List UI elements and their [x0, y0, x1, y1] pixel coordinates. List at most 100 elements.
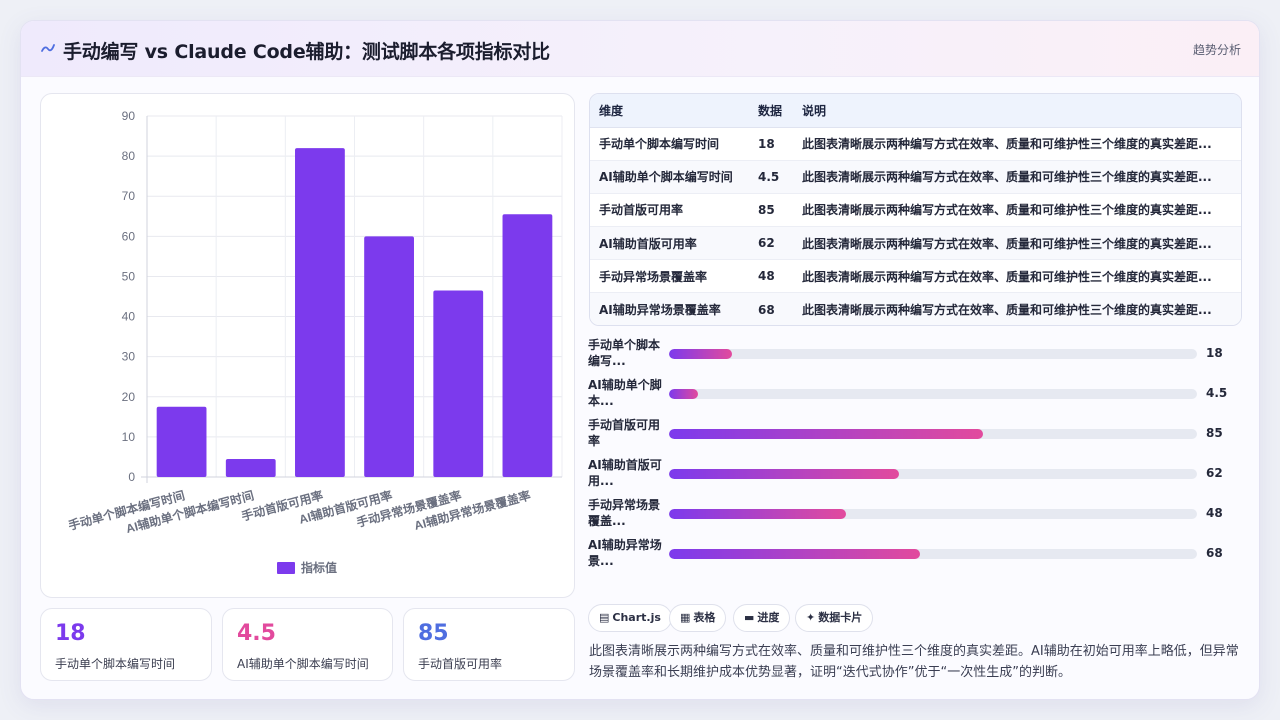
trend-analysis-tag[interactable]: 趋势分析 — [1193, 41, 1241, 58]
page-title: 手动编写 vs Claude Code辅助：测试脚本各项指标对比 — [63, 41, 550, 63]
table-row: 手动异常场景覆盖率 48 此图表清晰展示两种编写方式在效率、质量和可维护性三个维… — [590, 259, 1241, 294]
legend-label: 指标值 — [301, 560, 337, 575]
kpi-label: AI辅助单个脚本编写时间 — [237, 657, 369, 671]
card-icon: ✦ — [806, 611, 816, 624]
table-cell-dimension: AI辅助异常场景覆盖率 — [590, 292, 749, 325]
progress-row: 手动单个脚本编写... 18 — [588, 337, 1248, 371]
progress-row: AI辅助首版可用... 62 — [588, 457, 1248, 491]
progress-label: 手动单个脚本编写... — [588, 338, 661, 368]
table-cell-value: 62 — [749, 226, 793, 261]
y-tick-label: 50 — [122, 269, 136, 283]
progress-list: 手动单个脚本编写... 18 AI辅助单个脚本... 4.5 手动首版可用率 8… — [588, 337, 1248, 577]
progress-track — [669, 549, 1197, 559]
progress-fill — [669, 389, 699, 399]
legend-swatch — [277, 562, 295, 574]
chip-chartjs[interactable]: ▤ Chart.js — [588, 604, 672, 632]
table-cell-value: 18 — [749, 127, 793, 161]
chip-data-card[interactable]: ✦ 数据卡片 — [795, 604, 874, 632]
y-tick-label: 10 — [122, 430, 136, 444]
progress-value: 48 — [1206, 506, 1223, 520]
table-row: AI辅助首版可用率 62 此图表清晰展示两种编写方式在效率、质量和可维护性三个维… — [590, 226, 1241, 261]
wave-icon — [41, 44, 55, 52]
dashboard-card: 手动编写 vs Claude Code辅助：测试脚本各项指标对比 趋势分析 0 1… — [20, 20, 1260, 700]
kpi-value: 4.5 — [237, 621, 276, 646]
table-cell-dimension: AI辅助单个脚本编写时间 — [590, 160, 749, 194]
progress-track — [669, 429, 1197, 439]
y-tick-label: 0 — [128, 470, 135, 484]
chart-icon: ▤ — [599, 611, 610, 624]
progress-track — [669, 469, 1197, 479]
bar-chart: 0102030405060708090手动单个脚本编写时间AI辅助单个脚本编写时… — [67, 109, 563, 575]
chart-bar — [295, 148, 345, 477]
chip-label: 表格 — [693, 611, 716, 624]
table-row: 手动单个脚本编写时间 18 此图表清晰展示两种编写方式在效率、质量和可维护性三个… — [590, 127, 1241, 161]
progress-row: 手动异常场景覆盖... 48 — [588, 497, 1248, 531]
table-cell-description: 此图表清晰展示两种编写方式在效率、质量和可维护性三个维度的真实差距... — [793, 160, 1241, 194]
kpi-label: 手动单个脚本编写时间 — [55, 657, 176, 671]
table-cell-dimension: 手动异常场景覆盖率 — [590, 259, 749, 294]
progress-track — [669, 389, 1197, 399]
table-cell-value: 4.5 — [749, 160, 793, 194]
summary-text: 此图表清晰展示两种编写方式在效率、质量和可维护性三个维度的真实差距。AI辅助在初… — [589, 644, 1239, 680]
progress-value: 18 — [1206, 346, 1223, 360]
column-header-value: 数据 — [749, 94, 793, 128]
progress-value: 85 — [1206, 426, 1223, 440]
table-cell-description: 此图表清晰展示两种编写方式在效率、质量和可维护性三个维度的真实差距... — [793, 226, 1241, 261]
chip-progress[interactable]: ▬ 进度 — [733, 604, 791, 632]
progress-fill — [669, 469, 899, 479]
table-row: 手动首版可用率 85 此图表清晰展示两种编写方式在效率、质量和可维护性三个维度的… — [590, 193, 1241, 228]
chart-bar — [502, 214, 553, 477]
table-cell-dimension: AI辅助首版可用率 — [590, 226, 749, 261]
chip-label: 进度 — [757, 611, 780, 624]
table-cell-value: 48 — [749, 259, 793, 294]
y-tick-label: 60 — [122, 229, 136, 243]
progress-label: AI辅助首版可用... — [588, 458, 662, 488]
table-row: AI辅助异常场景覆盖率 68 此图表清晰展示两种编写方式在效率、质量和可维护性三… — [590, 292, 1241, 325]
data-table: 维度 数据 说明 手动单个脚本编写时间 18 此图表清晰展示两种编写方式在效率、… — [589, 93, 1242, 326]
y-tick-label: 20 — [122, 390, 136, 404]
progress-track — [669, 509, 1197, 519]
table-cell-value: 68 — [749, 292, 793, 325]
progress-label: AI辅助单个脚本... — [588, 378, 662, 408]
progress-track — [669, 349, 1197, 359]
header: 手动编写 vs Claude Code辅助：测试脚本各项指标对比 趋势分析 — [21, 21, 1259, 77]
chart-bar — [433, 290, 484, 477]
chip-table[interactable]: ▦ 表格 — [669, 604, 727, 632]
kpi-card: 4.5 AI辅助单个脚本编写时间 — [222, 608, 393, 681]
progress-label: 手动异常场景覆盖... — [588, 498, 661, 528]
table-row: AI辅助单个脚本编写时间 4.5 此图表清晰展示两种编写方式在效率、质量和可维护… — [590, 160, 1241, 194]
chart-bar — [364, 236, 414, 477]
y-tick-label: 80 — [122, 149, 136, 163]
progress-fill — [669, 509, 846, 519]
progress-value: 4.5 — [1206, 386, 1228, 400]
bar-chart-panel: 0 10 20 30 40 50 60 70 80 90 手动单个脚本编写时间 AI辅助单个脚本编写时… — [40, 93, 575, 598]
progress-fill — [669, 429, 984, 439]
chip-label: Chart.js — [612, 611, 661, 624]
kpi-label: 手动首版可用率 — [418, 657, 503, 671]
column-header-description: 说明 — [793, 94, 1241, 128]
kpi-card: 85 手动首版可用率 — [403, 608, 575, 681]
table-cell-description: 此图表清晰展示两种编写方式在效率、质量和可维护性三个维度的真实差距... — [793, 292, 1241, 325]
y-tick-label: 70 — [122, 189, 136, 203]
chip-label: 数据卡片 — [818, 611, 863, 624]
progress-label: AI辅助异常场景... — [588, 538, 662, 568]
kpi-value: 18 — [55, 621, 86, 646]
y-tick-label: 40 — [122, 310, 136, 324]
table-cell-dimension: 手动首版可用率 — [590, 193, 749, 228]
progress-value: 68 — [1206, 546, 1223, 560]
table-cell-description: 此图表清晰展示两种编写方式在效率、质量和可维护性三个维度的真实差距... — [793, 193, 1241, 228]
progress-row: AI辅助单个脚本... 4.5 — [588, 377, 1248, 411]
table-icon: ▦ — [680, 611, 691, 624]
progress-label: 手动首版可用率 — [588, 418, 661, 448]
column-header-dimension: 维度 — [590, 94, 749, 128]
y-tick-label: 90 — [122, 109, 136, 123]
kpi-value: 85 — [418, 621, 449, 646]
progress-row: 手动首版可用率 85 — [588, 417, 1248, 451]
kpi-card: 18 手动单个脚本编写时间 — [40, 608, 212, 681]
table-header-row: 维度 数据 说明 — [590, 94, 1241, 128]
table-cell-value: 85 — [749, 193, 793, 228]
chart-bar — [225, 458, 276, 477]
progress-icon: ▬ — [744, 611, 755, 624]
progress-fill — [669, 349, 733, 359]
progress-value: 62 — [1206, 466, 1223, 480]
